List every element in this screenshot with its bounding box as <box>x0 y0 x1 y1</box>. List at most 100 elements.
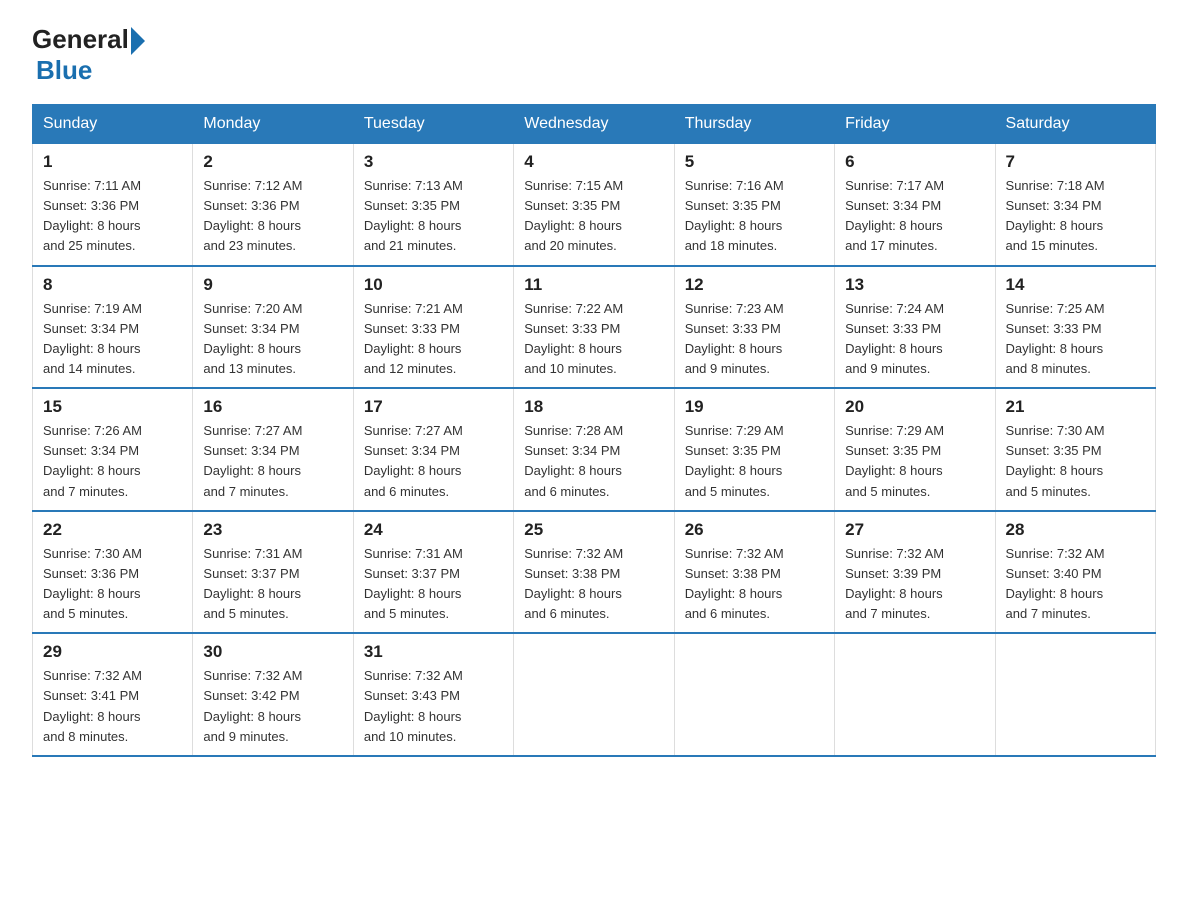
logo-arrow-icon <box>131 27 145 55</box>
day-info: Sunrise: 7:32 AMSunset: 3:43 PMDaylight:… <box>364 666 503 747</box>
day-info: Sunrise: 7:19 AMSunset: 3:34 PMDaylight:… <box>43 299 182 380</box>
day-info: Sunrise: 7:17 AMSunset: 3:34 PMDaylight:… <box>845 176 984 257</box>
calendar-cell: 29 Sunrise: 7:32 AMSunset: 3:41 PMDayligh… <box>33 633 193 756</box>
day-info: Sunrise: 7:32 AMSunset: 3:41 PMDaylight:… <box>43 666 182 747</box>
calendar-cell: 24 Sunrise: 7:31 AMSunset: 3:37 PMDayligh… <box>353 511 513 634</box>
day-info: Sunrise: 7:25 AMSunset: 3:33 PMDaylight:… <box>1006 299 1145 380</box>
calendar-cell: 8 Sunrise: 7:19 AMSunset: 3:34 PMDaylight… <box>33 266 193 389</box>
page-header: General Blue <box>32 24 1156 86</box>
day-info: Sunrise: 7:32 AMSunset: 3:42 PMDaylight:… <box>203 666 342 747</box>
day-info: Sunrise: 7:22 AMSunset: 3:33 PMDaylight:… <box>524 299 663 380</box>
day-info: Sunrise: 7:32 AMSunset: 3:40 PMDaylight:… <box>1006 544 1145 625</box>
day-info: Sunrise: 7:24 AMSunset: 3:33 PMDaylight:… <box>845 299 984 380</box>
calendar-cell: 27 Sunrise: 7:32 AMSunset: 3:39 PMDayligh… <box>835 511 995 634</box>
day-number: 27 <box>845 520 984 540</box>
calendar-week-row: 1Sunrise: 7:11 AMSunset: 3:36 PMDaylight… <box>33 144 1156 266</box>
day-info: Sunrise: 7:32 AMSunset: 3:38 PMDaylight:… <box>685 544 824 625</box>
weekday-header: Friday <box>835 105 995 144</box>
calendar-cell: 15 Sunrise: 7:26 AMSunset: 3:34 PMDayligh… <box>33 388 193 511</box>
calendar-cell: 25Sunrise: 7:32 AMSunset: 3:38 PMDayligh… <box>514 511 674 634</box>
day-info: Sunrise: 7:15 AMSunset: 3:35 PMDaylight:… <box>524 176 663 257</box>
calendar-week-row: 15 Sunrise: 7:26 AMSunset: 3:34 PMDayligh… <box>33 388 1156 511</box>
calendar-cell: 3 Sunrise: 7:13 AMSunset: 3:35 PMDaylight… <box>353 144 513 266</box>
calendar-cell: 28 Sunrise: 7:32 AMSunset: 3:40 PMDayligh… <box>995 511 1155 634</box>
calendar-cell: 12 Sunrise: 7:23 AMSunset: 3:33 PMDayligh… <box>674 266 834 389</box>
day-number: 4 <box>524 152 663 172</box>
calendar-cell: 5 Sunrise: 7:16 AMSunset: 3:35 PMDaylight… <box>674 144 834 266</box>
calendar-cell: 21Sunrise: 7:30 AMSunset: 3:35 PMDayligh… <box>995 388 1155 511</box>
day-number: 26 <box>685 520 824 540</box>
day-number: 5 <box>685 152 824 172</box>
calendar-cell: 2Sunrise: 7:12 AMSunset: 3:36 PMDaylight… <box>193 144 353 266</box>
day-number: 28 <box>1006 520 1145 540</box>
day-info: Sunrise: 7:13 AMSunset: 3:35 PMDaylight:… <box>364 176 503 257</box>
weekday-header: Monday <box>193 105 353 144</box>
weekday-header: Saturday <box>995 105 1155 144</box>
day-number: 20 <box>845 397 984 417</box>
calendar-cell: 6 Sunrise: 7:17 AMSunset: 3:34 PMDaylight… <box>835 144 995 266</box>
calendar-cell: 18 Sunrise: 7:28 AMSunset: 3:34 PMDayligh… <box>514 388 674 511</box>
weekday-header: Sunday <box>33 105 193 144</box>
day-number: 18 <box>524 397 663 417</box>
weekday-header-row: SundayMondayTuesdayWednesdayThursdayFrid… <box>33 105 1156 144</box>
day-number: 12 <box>685 275 824 295</box>
logo: General Blue <box>32 24 145 86</box>
day-number: 23 <box>203 520 342 540</box>
day-number: 19 <box>685 397 824 417</box>
day-number: 13 <box>845 275 984 295</box>
calendar-cell: 20 Sunrise: 7:29 AMSunset: 3:35 PMDayligh… <box>835 388 995 511</box>
day-info: Sunrise: 7:32 AMSunset: 3:38 PMDaylight:… <box>524 544 663 625</box>
calendar-cell: 4 Sunrise: 7:15 AMSunset: 3:35 PMDaylight… <box>514 144 674 266</box>
calendar-cell: 9 Sunrise: 7:20 AMSunset: 3:34 PMDaylight… <box>193 266 353 389</box>
calendar-cell: 13 Sunrise: 7:24 AMSunset: 3:33 PMDayligh… <box>835 266 995 389</box>
day-info: Sunrise: 7:23 AMSunset: 3:33 PMDaylight:… <box>685 299 824 380</box>
day-info: Sunrise: 7:31 AMSunset: 3:37 PMDaylight:… <box>364 544 503 625</box>
calendar-cell: 7Sunrise: 7:18 AMSunset: 3:34 PMDaylight… <box>995 144 1155 266</box>
calendar-cell: 1Sunrise: 7:11 AMSunset: 3:36 PMDaylight… <box>33 144 193 266</box>
calendar-week-row: 22Sunrise: 7:30 AMSunset: 3:36 PMDayligh… <box>33 511 1156 634</box>
day-number: 31 <box>364 642 503 662</box>
day-number: 16 <box>203 397 342 417</box>
day-info: Sunrise: 7:26 AMSunset: 3:34 PMDaylight:… <box>43 421 182 502</box>
calendar-cell: 14Sunrise: 7:25 AMSunset: 3:33 PMDayligh… <box>995 266 1155 389</box>
weekday-header: Thursday <box>674 105 834 144</box>
calendar-cell: 22Sunrise: 7:30 AMSunset: 3:36 PMDayligh… <box>33 511 193 634</box>
day-info: Sunrise: 7:29 AMSunset: 3:35 PMDaylight:… <box>685 421 824 502</box>
day-info: Sunrise: 7:27 AMSunset: 3:34 PMDaylight:… <box>203 421 342 502</box>
day-number: 11 <box>524 275 663 295</box>
day-number: 30 <box>203 642 342 662</box>
day-info: Sunrise: 7:30 AMSunset: 3:36 PMDaylight:… <box>43 544 182 625</box>
day-number: 3 <box>364 152 503 172</box>
day-info: Sunrise: 7:21 AMSunset: 3:33 PMDaylight:… <box>364 299 503 380</box>
day-info: Sunrise: 7:16 AMSunset: 3:35 PMDaylight:… <box>685 176 824 257</box>
day-number: 15 <box>43 397 182 417</box>
day-number: 8 <box>43 275 182 295</box>
day-info: Sunrise: 7:20 AMSunset: 3:34 PMDaylight:… <box>203 299 342 380</box>
day-number: 17 <box>364 397 503 417</box>
calendar-cell <box>674 633 834 756</box>
day-info: Sunrise: 7:28 AMSunset: 3:34 PMDaylight:… <box>524 421 663 502</box>
calendar-header: SundayMondayTuesdayWednesdayThursdayFrid… <box>33 105 1156 144</box>
calendar-cell: 26 Sunrise: 7:32 AMSunset: 3:38 PMDayligh… <box>674 511 834 634</box>
day-number: 10 <box>364 275 503 295</box>
calendar-cell: 10 Sunrise: 7:21 AMSunset: 3:33 PMDayligh… <box>353 266 513 389</box>
calendar-cell: 11 Sunrise: 7:22 AMSunset: 3:33 PMDayligh… <box>514 266 674 389</box>
calendar-cell <box>514 633 674 756</box>
day-info: Sunrise: 7:12 AMSunset: 3:36 PMDaylight:… <box>203 176 342 257</box>
calendar-cell: 31 Sunrise: 7:32 AMSunset: 3:43 PMDayligh… <box>353 633 513 756</box>
calendar-cell <box>835 633 995 756</box>
weekday-header: Tuesday <box>353 105 513 144</box>
day-number: 24 <box>364 520 503 540</box>
logo-blue: Blue <box>36 55 145 86</box>
day-number: 6 <box>845 152 984 172</box>
day-info: Sunrise: 7:27 AMSunset: 3:34 PMDaylight:… <box>364 421 503 502</box>
day-info: Sunrise: 7:29 AMSunset: 3:35 PMDaylight:… <box>845 421 984 502</box>
day-number: 7 <box>1006 152 1145 172</box>
day-info: Sunrise: 7:11 AMSunset: 3:36 PMDaylight:… <box>43 176 182 257</box>
calendar-cell: 19 Sunrise: 7:29 AMSunset: 3:35 PMDayligh… <box>674 388 834 511</box>
calendar-cell: 16 Sunrise: 7:27 AMSunset: 3:34 PMDayligh… <box>193 388 353 511</box>
day-number: 29 <box>43 642 182 662</box>
day-info: Sunrise: 7:32 AMSunset: 3:39 PMDaylight:… <box>845 544 984 625</box>
calendar-cell: 23Sunrise: 7:31 AMSunset: 3:37 PMDayligh… <box>193 511 353 634</box>
day-number: 9 <box>203 275 342 295</box>
